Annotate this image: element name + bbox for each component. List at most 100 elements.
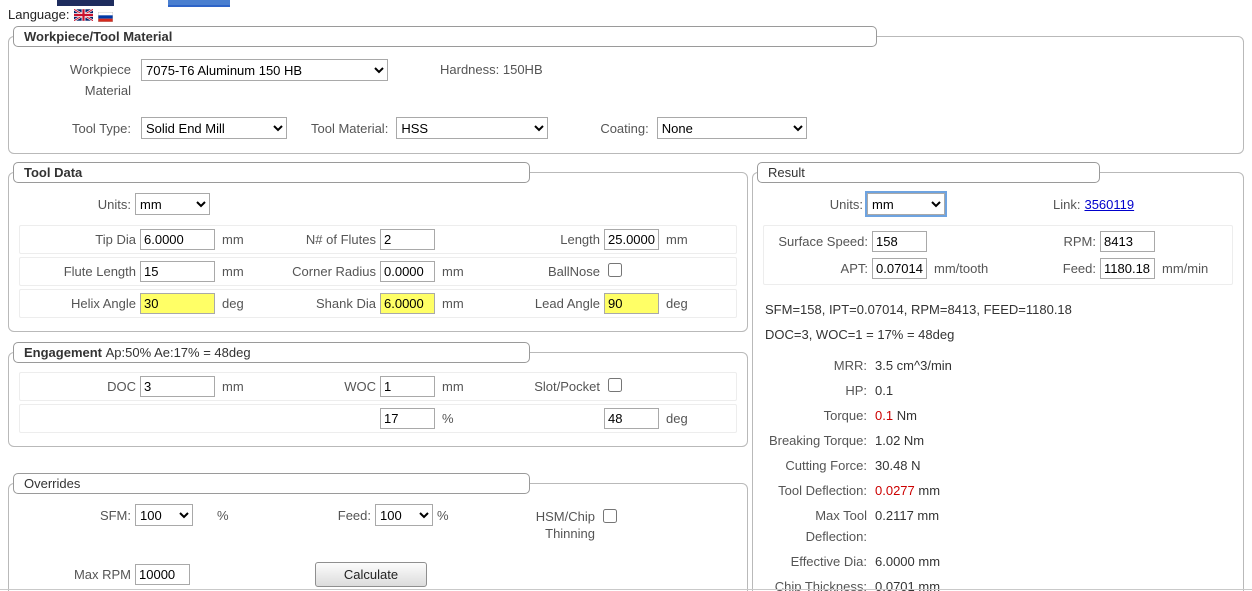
doc-unit: mm (222, 379, 264, 394)
result-feed-label: Feed: (1030, 261, 1096, 276)
apt-label: APT: (768, 261, 868, 276)
ballnose-label: BallNose (488, 264, 600, 279)
overrides-row-1: SFM: 100 % Feed: 100 % HSM/Chip Thinning (19, 504, 737, 542)
result-feed-input[interactable] (1100, 258, 1155, 279)
stat-row-tool-deflection: Tool Deflection: 0.0277 mm (763, 478, 1233, 503)
summary-line-1: SFM=158, IPT=0.07014, RPM=8413, FEED=118… (765, 297, 1233, 322)
tool-units-select[interactable]: mm (135, 193, 210, 215)
engage-deg-input[interactable] (604, 408, 659, 429)
engage-deg-unit: deg (666, 411, 714, 426)
feed-override-select[interactable]: 100 (375, 504, 433, 526)
cutoff-tab-dark (57, 0, 114, 6)
engagement-title: Engagement (24, 345, 102, 360)
stat-row-torque: Torque: 0.1 Nm (763, 403, 1233, 428)
tool-type-select[interactable]: Solid End Mill (141, 117, 287, 139)
doc-label: DOC (24, 379, 136, 394)
helix-angle-label: Helix Angle (24, 296, 136, 311)
flute-length-input[interactable] (140, 261, 215, 282)
result-link-label: Link: (1053, 197, 1080, 212)
tool-data-row-1: Tip Dia mm N# of Flutes Length mm (19, 225, 737, 254)
ballnose-checkbox[interactable] (608, 263, 622, 277)
overrides-panel: Overrides SFM: 100 % Feed: 100 % HSM/Chi… (8, 483, 748, 591)
feed-override-label: Feed: (263, 508, 371, 523)
result-stats: MRR: 3.5 cm^3/min HP: 0.1 Torque: 0.1 Nm… (763, 353, 1233, 591)
woc-label: WOC (268, 379, 376, 394)
lead-angle-input[interactable] (604, 293, 659, 314)
stat-row-mrr: MRR: 3.5 cm^3/min (763, 353, 1233, 378)
corner-radius-label: Corner Radius (268, 264, 376, 279)
ru-flag-icon[interactable] (98, 12, 113, 22)
shank-dia-unit: mm (442, 296, 484, 311)
tip-dia-unit: mm (222, 232, 264, 247)
tool-material-select[interactable]: HSS (396, 117, 548, 139)
torque-alert-value: 0.1 (875, 408, 893, 423)
flutes-label: N# of Flutes (268, 232, 376, 247)
flutes-input[interactable] (380, 229, 435, 250)
woc-percent-input[interactable] (380, 408, 435, 429)
workpiece-tool-material-title: Workpiece/Tool Material (24, 29, 172, 44)
flute-length-unit: mm (222, 264, 264, 279)
length-input[interactable] (604, 229, 659, 250)
result-feed-unit: mm/min (1162, 261, 1222, 276)
sfm-override-label: SFM: (19, 508, 131, 523)
rpm-input[interactable] (1100, 231, 1155, 252)
overrides-legend: Overrides (13, 473, 530, 494)
deflection-alert-value: 0.0277 (875, 483, 915, 498)
tool-data-row-2: Flute Length mm Corner Radius mm BallNos… (19, 257, 737, 286)
woc-input[interactable] (380, 376, 435, 397)
corner-radius-input[interactable] (380, 261, 435, 282)
slot-pocket-checkbox[interactable] (608, 378, 622, 392)
length-label: Length (488, 232, 600, 247)
coating-select[interactable]: None (657, 117, 807, 139)
language-label: Language: (8, 7, 69, 22)
corner-radius-unit: mm (442, 264, 484, 279)
sfm-override-unit: % (217, 508, 259, 523)
tool-type-label: Tool Type: (19, 121, 131, 136)
result-io-band: Surface Speed: RPM: APT: mm/tooth Feed: … (763, 225, 1233, 285)
tip-dia-input[interactable] (140, 229, 215, 250)
helix-angle-input[interactable] (140, 293, 215, 314)
uk-flag-icon[interactable] (74, 9, 93, 21)
cutoff-tab-blue[interactable] (168, 0, 230, 7)
tool-data-legend: Tool Data (13, 162, 530, 183)
sfm-override-select[interactable]: 100 (135, 504, 193, 526)
engagement-row-2: % deg (19, 404, 737, 433)
feed-override-unit: % (437, 508, 479, 523)
calculate-button[interactable]: Calculate (315, 562, 427, 587)
engagement-detail: Ap:50% Ae:17% = 48deg (106, 345, 251, 360)
apt-unit: mm/tooth (934, 261, 1026, 276)
workpiece-material-select[interactable]: 7075-T6 Aluminum 150 HB (141, 59, 388, 81)
shank-dia-input[interactable] (380, 293, 435, 314)
max-rpm-input[interactable] (135, 564, 190, 585)
workpiece-tool-material-legend: Workpiece/Tool Material (13, 26, 877, 47)
engagement-row-1: DOC mm WOC mm Slot/Pocket (19, 372, 737, 401)
hsm-chip-thinning-label: HSM/Chip Thinning (483, 508, 595, 542)
stat-row-max-tool-deflection: Max Tool Deflection: 0.2117 mm (763, 503, 1233, 549)
result-units-select[interactable]: mm (867, 193, 945, 215)
workpiece-tool-material-panel: Workpiece/Tool Material Workpiece Materi… (8, 36, 1244, 154)
tool-material-label: Tool Material: (311, 121, 388, 136)
woc-percent-unit: % (442, 411, 484, 426)
result-units-row: Units: mm Link: 3560119 (763, 193, 1233, 215)
apt-input[interactable] (872, 258, 927, 279)
overrides-row-2: Max RPM Calculate (19, 562, 737, 587)
length-unit: mm (666, 232, 714, 247)
rpm-label: RPM: (1030, 234, 1096, 249)
result-link[interactable]: 3560119 (1084, 197, 1134, 212)
page-bottom-divider (0, 589, 1252, 590)
doc-input[interactable] (140, 376, 215, 397)
woc-unit: mm (442, 379, 484, 394)
tool-type-row: Tool Type: Solid End Mill Tool Material:… (19, 117, 1233, 139)
workpiece-material-label: Workpiece Material (19, 59, 131, 101)
tip-dia-label: Tip Dia (24, 232, 136, 247)
hsm-chip-thinning-checkbox[interactable] (603, 509, 617, 523)
surface-speed-input[interactable] (872, 231, 927, 252)
result-panel: Result Units: mm Link: 3560119 Surface S… (752, 172, 1244, 591)
result-units-label: Units: (763, 197, 863, 212)
flute-length-label: Flute Length (24, 264, 136, 279)
calculator-page: Language: Workpiece/Tool Material Wor (0, 0, 1252, 591)
max-rpm-label: Max RPM (19, 567, 131, 582)
tool-units-label: Units: (19, 197, 131, 212)
overrides-title: Overrides (24, 476, 80, 491)
stat-row-effective-dia: Effective Dia: 6.0000 mm (763, 549, 1233, 574)
